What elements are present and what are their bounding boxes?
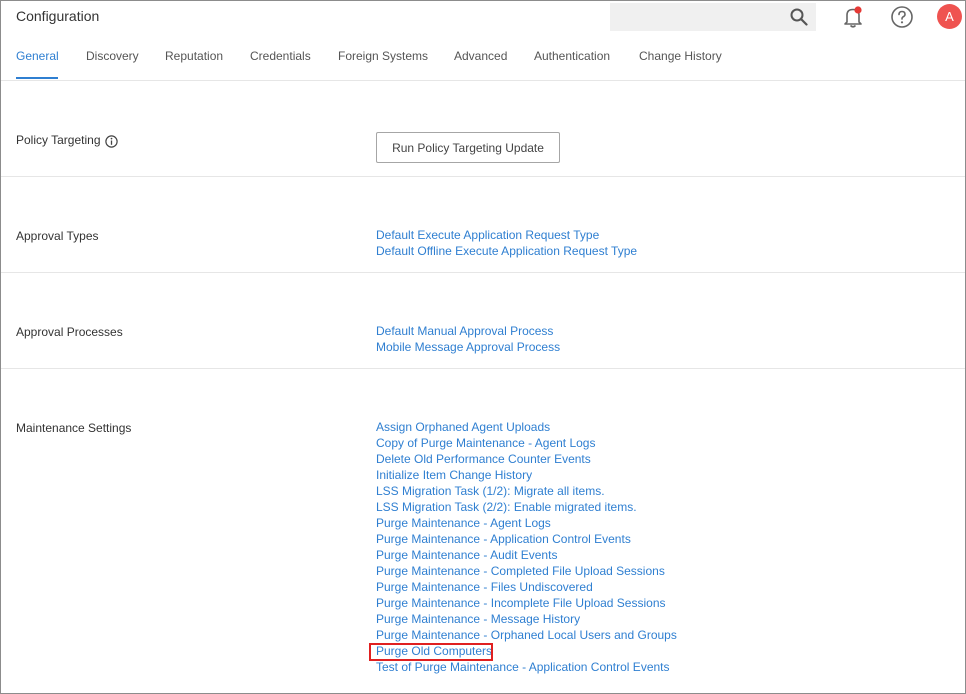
link-purge-maintenance-agent-logs[interactable]: Purge Maintenance - Agent Logs	[376, 515, 677, 531]
link-default-offline-execute-application-request-type[interactable]: Default Offline Execute Application Requ…	[376, 243, 637, 259]
help-button[interactable]	[890, 5, 914, 29]
link-default-manual-approval-process[interactable]: Default Manual Approval Process	[376, 323, 560, 339]
maintenance-settings-links: Assign Orphaned Agent Uploads Copy of Pu…	[376, 419, 677, 675]
maintenance-settings-label: Maintenance Settings	[16, 421, 132, 435]
run-policy-targeting-update-button[interactable]: Run Policy Targeting Update	[376, 132, 560, 163]
link-purge-maintenance-message-history[interactable]: Purge Maintenance - Message History	[376, 611, 677, 627]
top-bar: Configuration A	[1, 1, 965, 33]
tab-credentials[interactable]: Credentials	[250, 49, 311, 63]
link-assign-orphaned-agent-uploads[interactable]: Assign Orphaned Agent Uploads	[376, 419, 677, 435]
link-mobile-message-approval-process[interactable]: Mobile Message Approval Process	[376, 339, 560, 355]
tab-discovery[interactable]: Discovery	[86, 49, 139, 63]
link-purge-maintenance-application-control-events[interactable]: Purge Maintenance - Application Control …	[376, 531, 677, 547]
notifications-button[interactable]	[842, 5, 864, 29]
configuration-window: Configuration A General Discovery Reputa…	[0, 0, 966, 694]
link-purge-old-computers[interactable]: Purge Old Computers	[376, 643, 677, 659]
link-delete-old-performance-counter-events[interactable]: Delete Old Performance Counter Events	[376, 451, 677, 467]
link-initialize-item-change-history[interactable]: Initialize Item Change History	[376, 467, 677, 483]
info-icon[interactable]	[105, 135, 118, 148]
link-purge-maintenance-files-undiscovered[interactable]: Purge Maintenance - Files Undiscovered	[376, 579, 677, 595]
notification-dot	[854, 6, 862, 14]
link-lss-migration-task-2[interactable]: LSS Migration Task (2/2): Enable migrate…	[376, 499, 677, 515]
active-tab-indicator	[16, 77, 58, 79]
link-copy-of-purge-maintenance-agent-logs[interactable]: Copy of Purge Maintenance - Agent Logs	[376, 435, 677, 451]
tab-reputation[interactable]: Reputation	[165, 49, 223, 63]
maintenance-settings-section: Maintenance Settings Assign Orphaned Age…	[1, 369, 965, 693]
link-test-of-purge-maintenance-application-control-events[interactable]: Test of Purge Maintenance - Application …	[376, 659, 677, 675]
tab-change-history[interactable]: Change History	[639, 49, 722, 63]
tab-general[interactable]: General	[16, 49, 59, 63]
tab-foreign-systems[interactable]: Foreign Systems	[338, 49, 428, 63]
approval-types-section: Approval Types Default Execute Applicati…	[1, 177, 965, 273]
policy-targeting-label: Policy Targeting	[16, 133, 101, 147]
link-purge-maintenance-completed-file-upload-sessions[interactable]: Purge Maintenance - Completed File Uploa…	[376, 563, 677, 579]
link-purge-maintenance-incomplete-file-upload-sessions[interactable]: Purge Maintenance - Incomplete File Uplo…	[376, 595, 677, 611]
policy-targeting-section: Policy Targeting Run Policy Targeting Up…	[1, 81, 965, 177]
search-input[interactable]	[610, 3, 816, 31]
help-icon	[891, 6, 913, 28]
link-default-execute-application-request-type[interactable]: Default Execute Application Request Type	[376, 227, 637, 243]
tab-advanced[interactable]: Advanced	[454, 49, 507, 63]
approval-types-links: Default Execute Application Request Type…	[376, 227, 637, 259]
page-title: Configuration	[16, 8, 100, 24]
bell-icon	[844, 6, 862, 28]
link-purge-maintenance-orphaned-local-users-and-groups[interactable]: Purge Maintenance - Orphaned Local Users…	[376, 627, 677, 643]
approval-processes-section: Approval Processes Default Manual Approv…	[1, 273, 965, 369]
tab-authentication[interactable]: Authentication	[534, 49, 610, 63]
approval-types-label: Approval Types	[16, 229, 99, 243]
avatar[interactable]: A	[937, 4, 962, 29]
tab-bar: General Discovery Reputation Credentials…	[1, 33, 965, 81]
link-lss-migration-task-1[interactable]: LSS Migration Task (1/2): Migrate all it…	[376, 483, 677, 499]
approval-processes-links: Default Manual Approval Process Mobile M…	[376, 323, 560, 355]
search-icon[interactable]	[790, 8, 808, 26]
link-purge-maintenance-audit-events[interactable]: Purge Maintenance - Audit Events	[376, 547, 677, 563]
approval-processes-label: Approval Processes	[16, 325, 123, 339]
